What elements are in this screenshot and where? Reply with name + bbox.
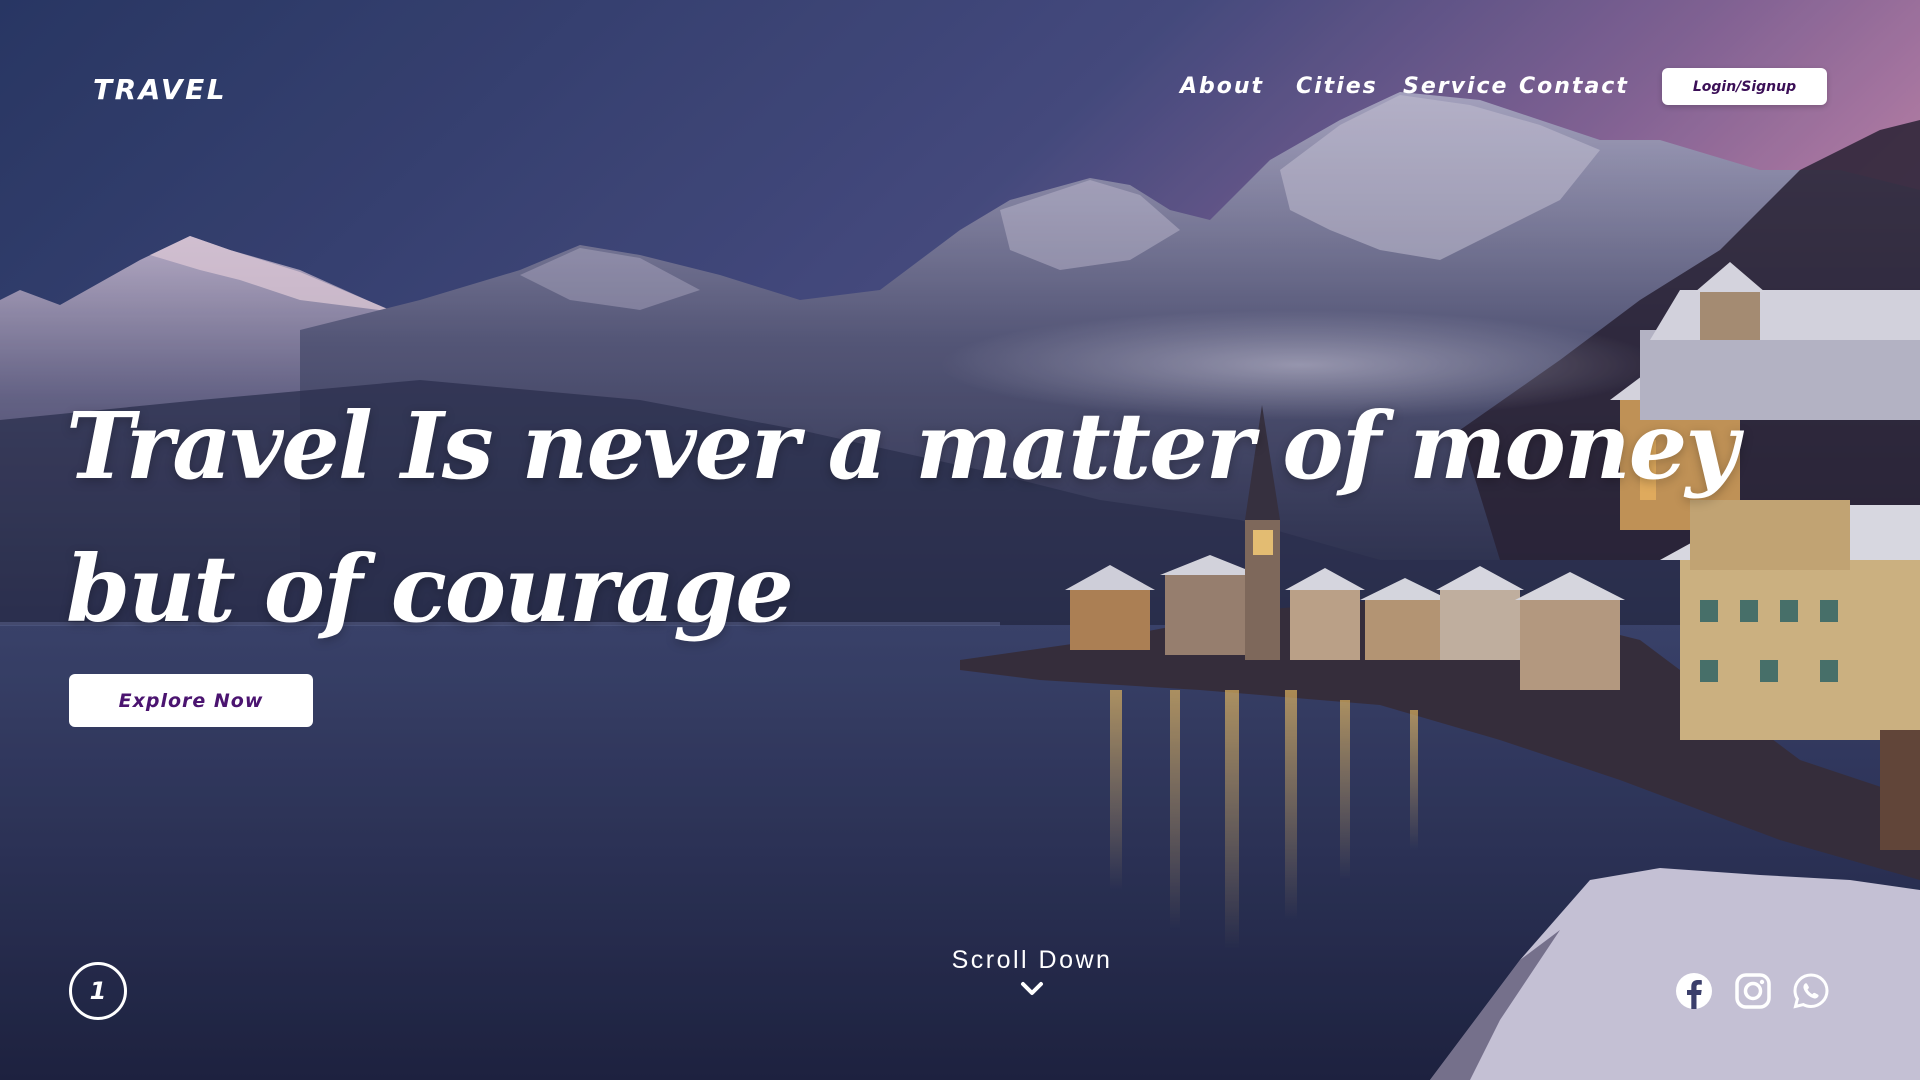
nav-service[interactable]: Service <box>1403 74 1508 99</box>
hero-headline-line-1: Travel Is never a matter of money <box>66 392 1739 500</box>
nav-about[interactable]: About <box>1180 74 1264 99</box>
scroll-down-link[interactable]: Scroll Down <box>932 946 1132 997</box>
page-indicator: 1 <box>69 962 127 1020</box>
whatsapp-icon <box>1793 973 1829 1009</box>
instagram-link[interactable] <box>1734 972 1772 1010</box>
brand-logo[interactable]: TRAVEL <box>93 73 227 106</box>
hero-headline-line-2: but of courage <box>66 535 794 643</box>
nav-cities[interactable]: Cities <box>1296 74 1378 99</box>
page-number: 1 <box>89 977 107 1005</box>
scroll-down-label: Scroll Down <box>951 946 1113 974</box>
nav-contact[interactable]: Contact <box>1519 74 1629 99</box>
login-signup-button[interactable]: Login/Signup <box>1662 68 1827 105</box>
facebook-link[interactable] <box>1675 972 1713 1010</box>
chevron-down-icon <box>1021 982 1043 995</box>
explore-now-button[interactable]: Explore Now <box>69 674 313 727</box>
facebook-icon <box>1676 973 1712 1009</box>
whatsapp-link[interactable] <box>1792 972 1830 1010</box>
instagram-icon <box>1735 973 1771 1009</box>
